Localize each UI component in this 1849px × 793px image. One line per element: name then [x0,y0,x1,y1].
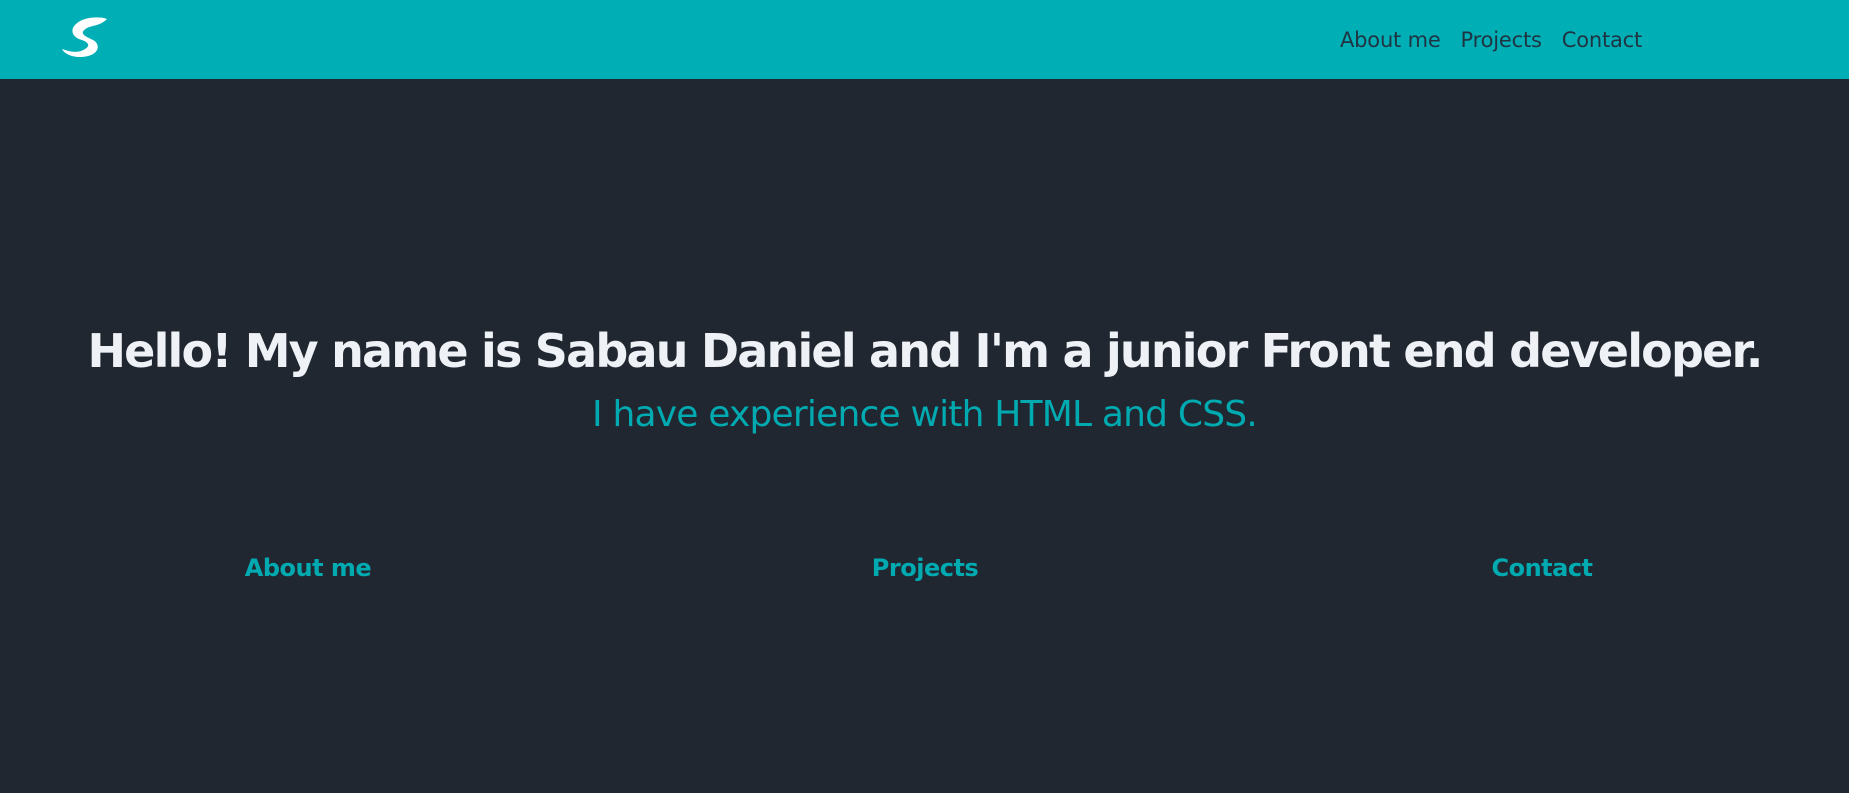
hero-title: Hello! My name is Sabau Daniel and I'm a… [87,324,1763,378]
top-nav: About me Projects Contact [1340,0,1642,79]
section-link-contact[interactable]: Contact [1432,552,1652,584]
nav-link-contact[interactable]: Contact [1562,28,1643,52]
section-link-projects[interactable]: Projects [815,552,1035,584]
s-logo-icon[interactable] [60,16,110,60]
nav-link-about-me[interactable]: About me [1340,28,1441,52]
nav-link-projects[interactable]: Projects [1461,28,1542,52]
section-link-about-me[interactable]: About me [198,552,418,584]
hero-subtitle: I have experience with HTML and CSS. [592,394,1258,435]
navbar: About me Projects Contact [0,0,1849,79]
